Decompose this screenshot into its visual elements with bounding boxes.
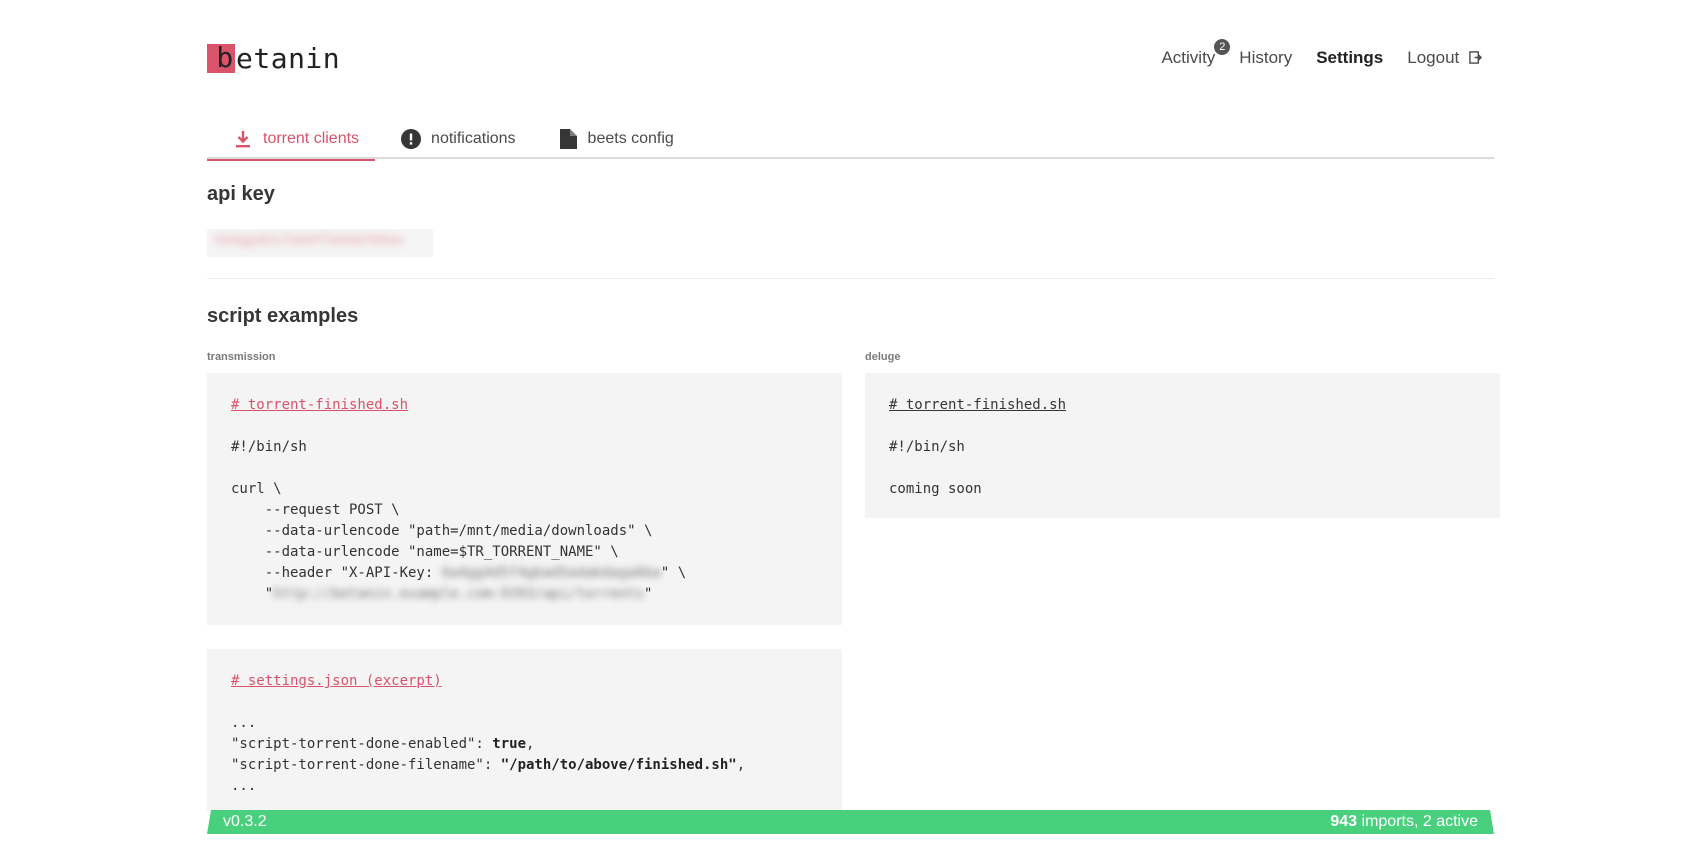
curl-line-3: --data-urlencode "path=/mnt/media/downlo… — [231, 523, 653, 539]
betanin-logo[interactable]: b etanin — [207, 41, 341, 75]
settings-json-block[interactable]: # settings.json (excerpt) ... "script-to… — [207, 649, 842, 811]
curl-line-2: --request POST \ — [231, 502, 400, 518]
logo-mark: b — [207, 43, 235, 73]
deluge-shebang: #!/bin/sh — [889, 439, 965, 455]
deluge-coming-soon: coming soon — [889, 481, 982, 497]
settings-filename-key: "script-torrent-done-filename": — [231, 757, 501, 773]
deluge-script-block[interactable]: # torrent-finished.sh #!/bin/sh coming s… — [865, 373, 1500, 518]
tab-beets-config-label: beets config — [587, 129, 674, 147]
tab-torrent-clients[interactable]: torrent clients — [207, 118, 376, 161]
top-nav: Activity 2 History Settings Logout — [1137, 39, 1482, 68]
curl-line-4: --data-urlencode "name=$TR_TORRENT_NAME"… — [231, 544, 619, 560]
nav-logout[interactable]: Logout — [1407, 48, 1482, 68]
nav-logout-label: Logout — [1407, 48, 1460, 67]
settings-ellipsis-top: ... — [231, 715, 257, 731]
api-key-value: 6a4ggab1c5ab4f5a6abfb6aa — [215, 233, 403, 248]
version-label: v0.3.2 — [223, 813, 267, 830]
settings-ellipsis-bottom: ... — [231, 778, 257, 794]
nav-activity-label: Activity — [1161, 48, 1216, 67]
settings-tabs: torrent clients notifications beets conf… — [207, 118, 1494, 161]
activity-count-badge: 2 — [1214, 39, 1231, 55]
status-footer: v0.3.2 943 imports, 2 active — [207, 810, 1494, 834]
settings-enabled-value: true — [492, 736, 527, 752]
curl-header-suffix: " \ — [660, 565, 687, 581]
imports-status-text: imports, 2 active — [1357, 813, 1479, 830]
transmission-script-filename: # torrent-finished.sh — [231, 397, 409, 413]
download-icon — [233, 129, 253, 149]
tab-notifications-label: notifications — [431, 129, 516, 147]
file-icon — [558, 128, 578, 149]
tab-beets-config[interactable]: beets config — [532, 118, 690, 159]
alert-circle-icon — [401, 128, 422, 149]
nav-history[interactable]: History — [1239, 48, 1292, 68]
nav-settings[interactable]: Settings — [1316, 48, 1383, 68]
script-examples-heading: script examples — [207, 305, 359, 327]
curl-header-key-blurred: 6a4gg4d5f4gbad5adabdaga6ba — [441, 565, 661, 581]
curl-url-suffix: " — [644, 586, 653, 602]
section-divider — [207, 278, 1494, 279]
curl-url-blurred: http://betanin.example.com:9393/api/torr… — [273, 586, 645, 602]
transmission-script-block[interactable]: # torrent-finished.sh #!/bin/sh curl \ -… — [207, 373, 842, 625]
deluge-label: deluge — [865, 351, 901, 363]
deluge-script-filename: # torrent-finished.sh — [889, 397, 1067, 413]
imports-count: 943 — [1330, 813, 1358, 830]
transmission-label: transmission — [207, 351, 276, 363]
settings-filename-value: "/path/to/above/finished.sh" — [500, 757, 737, 773]
curl-header-prefix: --header "X-API-Key: — [231, 565, 442, 581]
tab-notifications[interactable]: notifications — [375, 118, 532, 159]
logo-text: etanin — [236, 41, 341, 75]
tab-torrent-clients-label: torrent clients — [263, 129, 360, 147]
settings-json-filename: # settings.json (excerpt) — [231, 673, 442, 689]
logout-icon — [1469, 51, 1482, 64]
api-key-heading: api key — [207, 183, 275, 205]
transmission-shebang: #!/bin/sh — [231, 439, 307, 455]
settings-enabled-key: "script-torrent-done-enabled": — [231, 736, 493, 752]
curl-line-1: curl \ — [231, 481, 282, 497]
api-key-field[interactable]: 6a4ggab1c5ab4f5a6abfb6aa — [207, 229, 433, 257]
nav-activity[interactable]: Activity 2 — [1161, 39, 1231, 68]
curl-url-prefix: " — [231, 586, 274, 602]
imports-status: 943 imports, 2 active — [1330, 810, 1478, 834]
